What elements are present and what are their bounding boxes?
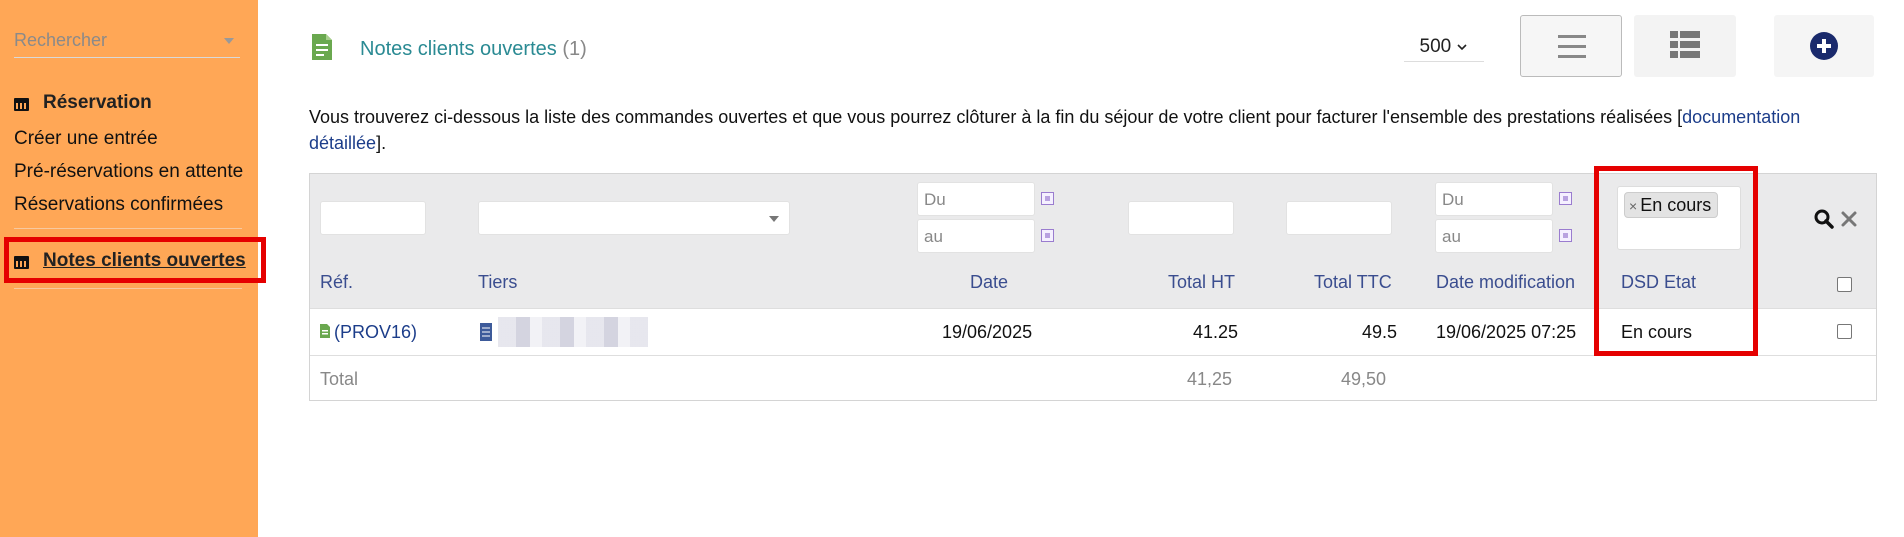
menu-section-reservation[interactable]: Réservation — [14, 92, 152, 114]
date-to-input[interactable]: au — [917, 219, 1035, 253]
menu-section-label: Réservation — [43, 92, 152, 113]
add-button[interactable] — [1774, 15, 1874, 77]
total-ttc-cell: 49.5 — [1362, 322, 1398, 342]
redacted-tiers[interactable] — [498, 317, 648, 347]
total-ht-cell: 41.25 — [1193, 322, 1239, 342]
calendar-picker-icon[interactable] — [1041, 192, 1054, 205]
search-placeholder: Rechercher — [14, 30, 108, 50]
page-title: Notes clients ouvertes (1) — [360, 38, 587, 61]
row-checkbox[interactable] — [1837, 324, 1852, 339]
chevron-down-icon[interactable] — [224, 38, 234, 44]
intro-text: Vous trouverez ci-dessous la liste des c… — [309, 104, 1869, 156]
plus-circle-icon — [1810, 32, 1838, 60]
total-ht-filter-input[interactable] — [1128, 201, 1234, 235]
ref-link[interactable]: (PROV16) — [334, 322, 417, 343]
divider — [14, 288, 242, 289]
calendar-picker-icon[interactable] — [1559, 192, 1572, 205]
list-icon — [1558, 35, 1586, 58]
sidebar-item-pre-reservations[interactable]: Pré-réservations en attente — [14, 161, 243, 183]
calendar-icon — [14, 96, 29, 111]
document-icon — [312, 34, 332, 60]
highlight-box-sidebar — [4, 237, 266, 283]
ref-filter-input[interactable] — [320, 201, 426, 235]
building-icon — [480, 323, 492, 341]
chevron-down-icon — [769, 216, 779, 222]
sidebar-item-creer-entree[interactable]: Créer une entrée — [14, 128, 158, 150]
highlight-box-dsd-etat — [1594, 166, 1758, 356]
total-ttc-sum: 49,50 — [1341, 369, 1387, 389]
date-from-input[interactable]: Du — [917, 182, 1035, 216]
calendar-picker-icon[interactable] — [1559, 229, 1572, 242]
column-header-date[interactable]: Date — [970, 272, 1008, 293]
page-title-text: Notes clients ouvertes — [360, 38, 557, 60]
column-header-date-modification[interactable]: Date modification — [1436, 272, 1575, 293]
limit-value: 500 — [1419, 36, 1452, 57]
list-view-button[interactable] — [1520, 15, 1622, 77]
column-header-tiers[interactable]: Tiers — [478, 272, 517, 293]
total-ht-sum: 41,25 — [1187, 369, 1233, 389]
total-label: Total — [320, 369, 359, 389]
calendar-picker-icon[interactable] — [1041, 229, 1054, 242]
sidebar-item-reservations-confirmees[interactable]: Réservations confirmées — [14, 194, 223, 216]
column-header-total-ttc[interactable]: Total TTC — [1314, 272, 1392, 293]
close-icon[interactable] — [1840, 210, 1858, 228]
intro-body: Vous trouverez ci-dessous la liste des c… — [309, 107, 1683, 127]
limit-select[interactable]: 500 — [1404, 32, 1484, 62]
tiers-filter-select[interactable] — [478, 201, 790, 235]
result-count: (1) — [562, 38, 587, 60]
search-input[interactable]: Rechercher — [14, 22, 240, 58]
intro-end: ]. — [376, 133, 387, 153]
date-cell: 19/06/2025 — [942, 322, 1033, 342]
select-all-checkbox[interactable] — [1837, 277, 1852, 292]
modif-from-input[interactable]: Du — [1435, 182, 1553, 216]
date-modification-cell: 19/06/2025 07:25 — [1436, 322, 1577, 342]
table-icon — [1670, 31, 1700, 58]
total-ttc-filter-input[interactable] — [1286, 201, 1392, 235]
divider — [14, 228, 242, 229]
grid-view-button[interactable] — [1634, 15, 1736, 77]
chevron-down-icon — [1457, 44, 1468, 51]
column-header-total-ht[interactable]: Total HT — [1168, 272, 1235, 293]
modif-to-input[interactable]: au — [1435, 219, 1553, 253]
column-header-ref[interactable]: Réf. — [320, 272, 353, 293]
totals-row: Total 41,25 49,50 — [310, 355, 1876, 402]
document-icon — [320, 324, 330, 338]
search-icon[interactable] — [1813, 208, 1835, 230]
